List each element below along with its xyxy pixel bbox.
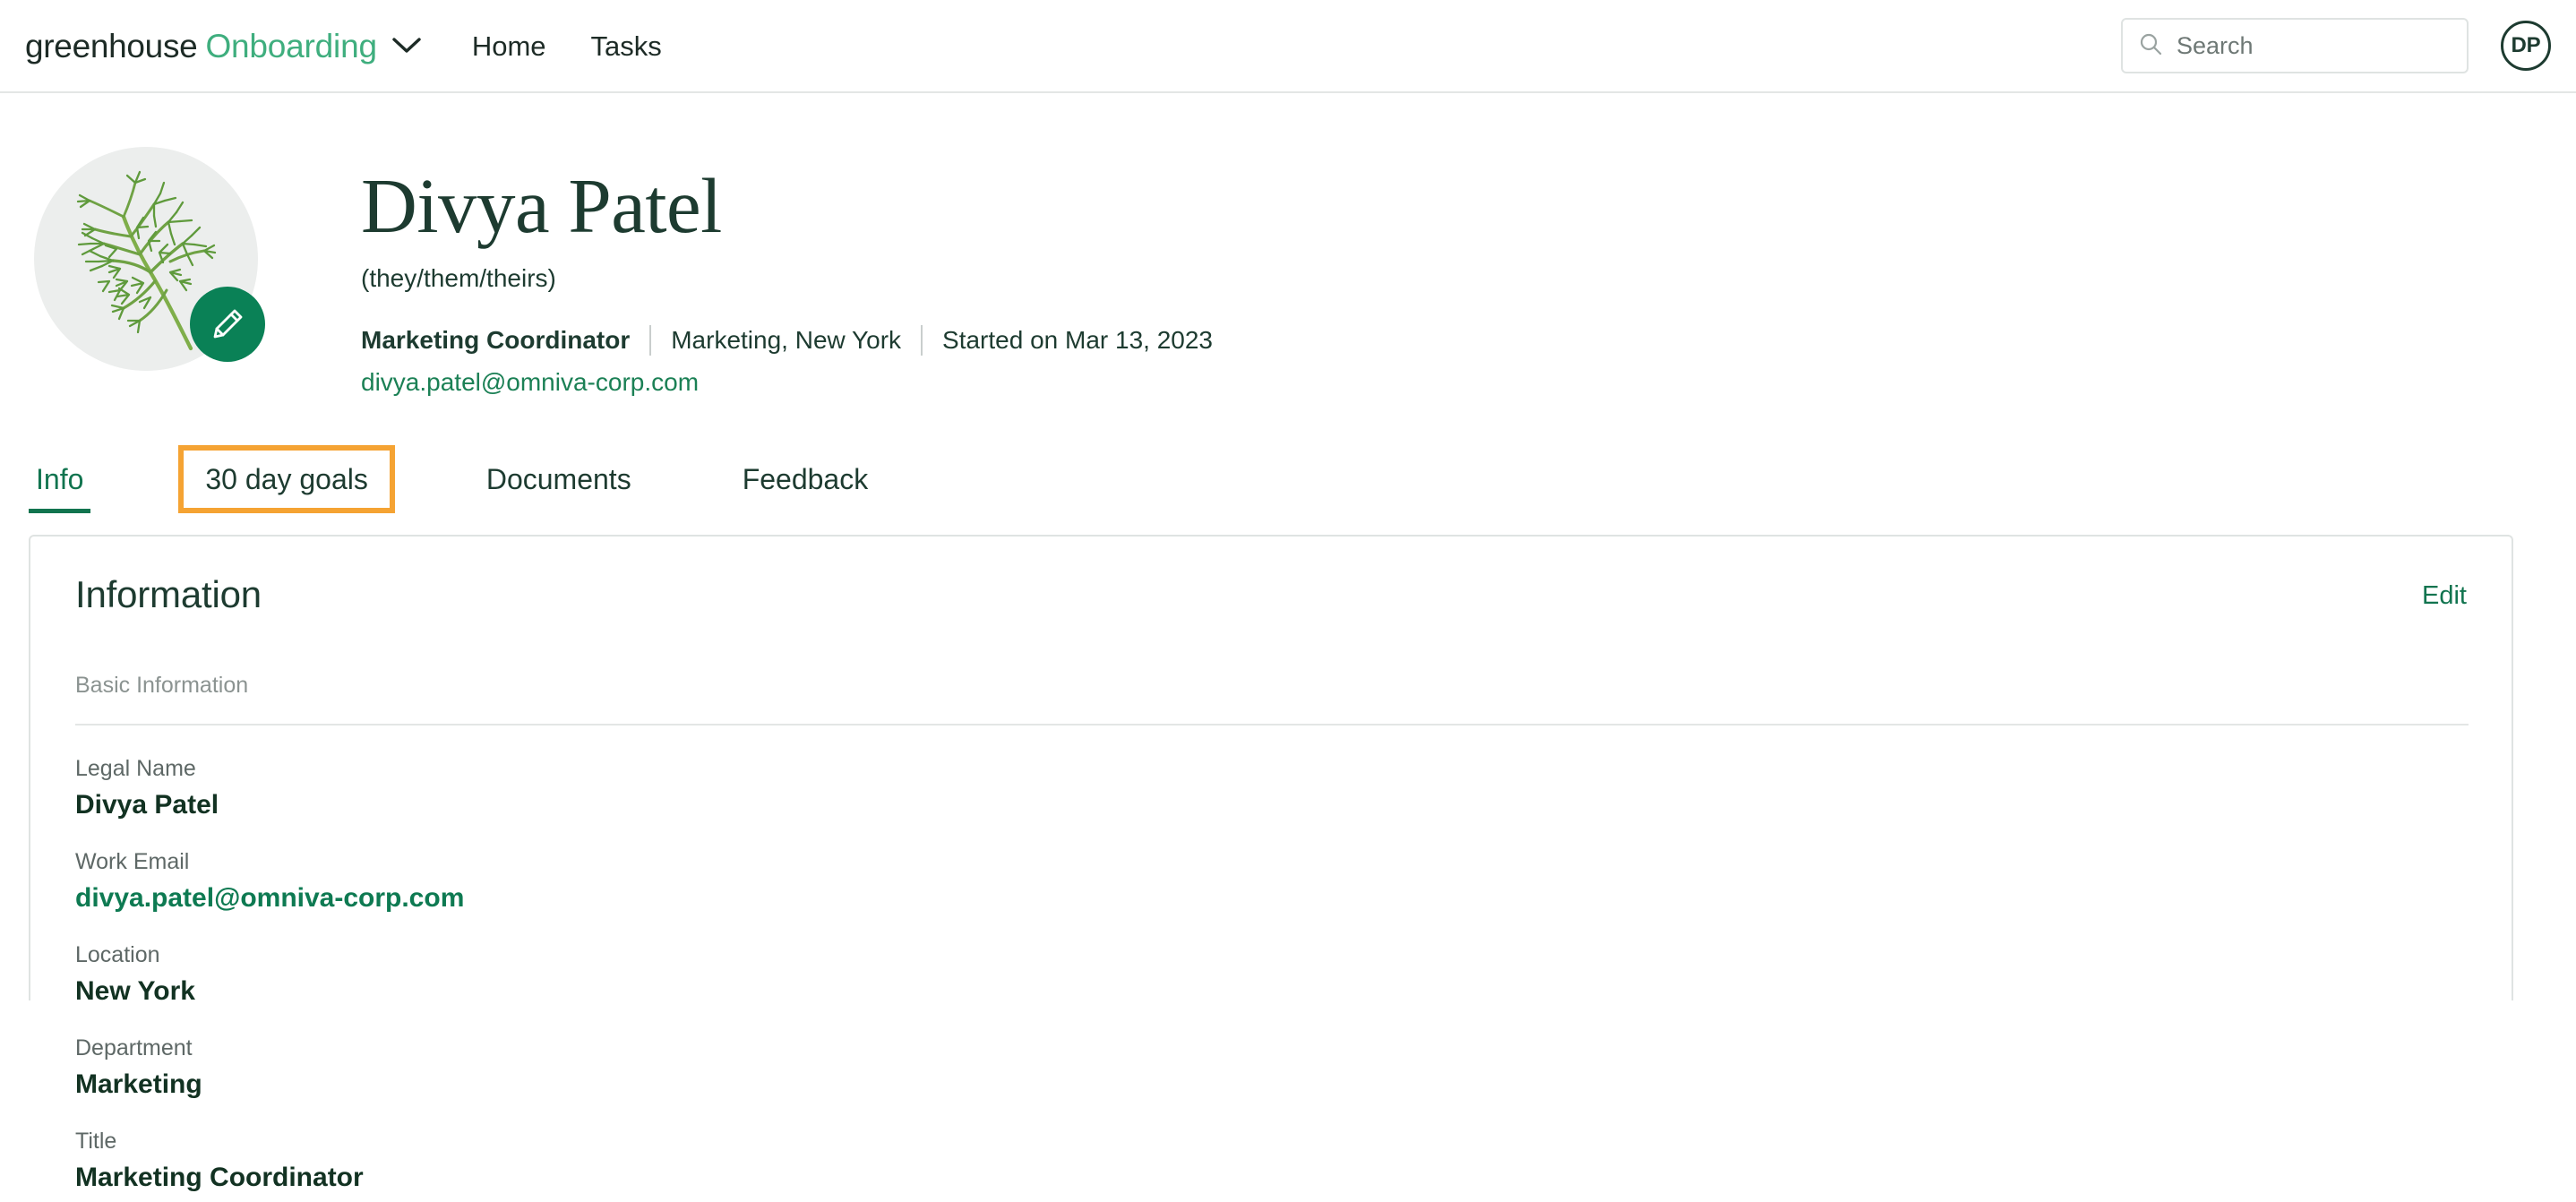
nav-link-home[interactable]: Home <box>472 32 546 60</box>
search-icon <box>2139 32 2162 60</box>
field-value: Divya Patel <box>75 790 219 820</box>
brand-product-onboarding: Onboarding <box>205 27 377 64</box>
tab-info[interactable]: Info <box>29 465 91 514</box>
information-card-title: Information <box>75 573 262 616</box>
tab-documents[interactable]: Documents <box>479 465 639 513</box>
field-value-email-link[interactable]: divya.patel@omniva-corp.com <box>75 885 2467 912</box>
tab-30-day-goals-highlight: 30 day goals <box>178 445 395 514</box>
primary-nav-links: Home Tasks <box>472 32 662 60</box>
field-work-email: Work Email divya.patel@omniva-corp.com <box>75 851 2467 912</box>
field-department: Department Marketing <box>75 1037 2467 1098</box>
edit-information-link[interactable]: Edit <box>2422 576 2467 609</box>
top-navigation-bar: greenhouse Onboarding Home Tasks Search … <box>0 0 2576 93</box>
tab-feedback[interactable]: Feedback <box>735 465 876 513</box>
avatar <box>34 147 265 371</box>
search-input[interactable]: Search <box>2121 18 2469 73</box>
field-label: Legal Name <box>75 756 196 782</box>
profile-details: Divya Patel (they/them/theirs) Marketing… <box>361 147 1213 395</box>
profile-email-link[interactable]: divya.patel@omniva-corp.com <box>361 370 1213 395</box>
tab-30-day-goals[interactable]: 30 day goals <box>198 465 374 494</box>
field-label: Location <box>75 942 160 968</box>
section-divider <box>75 724 2469 726</box>
edit-avatar-button[interactable] <box>190 287 265 362</box>
field-label: Department <box>75 1035 193 1061</box>
search-placeholder-text: Search <box>2177 31 2254 59</box>
brand-logo-dropdown[interactable]: greenhouse Onboarding <box>25 30 422 63</box>
information-card-header: Information Edit <box>75 576 2467 614</box>
field-title: Title Marketing Coordinator <box>75 1130 2467 1191</box>
profile-header: Divya Patel (they/them/theirs) Marketing… <box>0 93 2576 395</box>
meta-divider <box>921 325 923 356</box>
field-legal-name: Legal Name Divya Patel <box>75 758 2467 819</box>
information-card: Information Edit Basic Information Legal… <box>29 535 2513 1191</box>
page-title: Divya Patel <box>361 162 722 249</box>
profile-department-location: Marketing, New York <box>671 326 902 355</box>
profile-start-date: Started on Mar 13, 2023 <box>942 326 1214 355</box>
field-label: Work Email <box>75 849 190 875</box>
field-value: Marketing Coordinator <box>75 1163 364 1193</box>
nav-link-tasks[interactable]: Tasks <box>591 32 662 60</box>
topbar-right-cluster: Search DP <box>2121 18 2551 73</box>
pencil-icon <box>213 309 243 339</box>
profile-tabs: Info 30 day goals Documents Feedback <box>0 443 2576 514</box>
field-label: Title <box>75 1129 117 1155</box>
profile-meta-row: Marketing Coordinator Marketing, New Yor… <box>361 325 1213 356</box>
basic-information-section-label: Basic Information <box>75 673 249 699</box>
brand-name-greenhouse: greenhouse <box>25 27 198 64</box>
field-value: Marketing <box>75 1069 202 1100</box>
chevron-down-icon[interactable] <box>391 36 422 56</box>
field-location: Location New York <box>75 944 2467 1005</box>
profile-job-title: Marketing Coordinator <box>361 326 631 355</box>
user-avatar-initials[interactable]: DP <box>2501 21 2551 71</box>
field-value: New York <box>75 976 195 1007</box>
meta-divider <box>649 325 652 356</box>
pronouns-text: (they/them/theirs) <box>361 264 556 293</box>
